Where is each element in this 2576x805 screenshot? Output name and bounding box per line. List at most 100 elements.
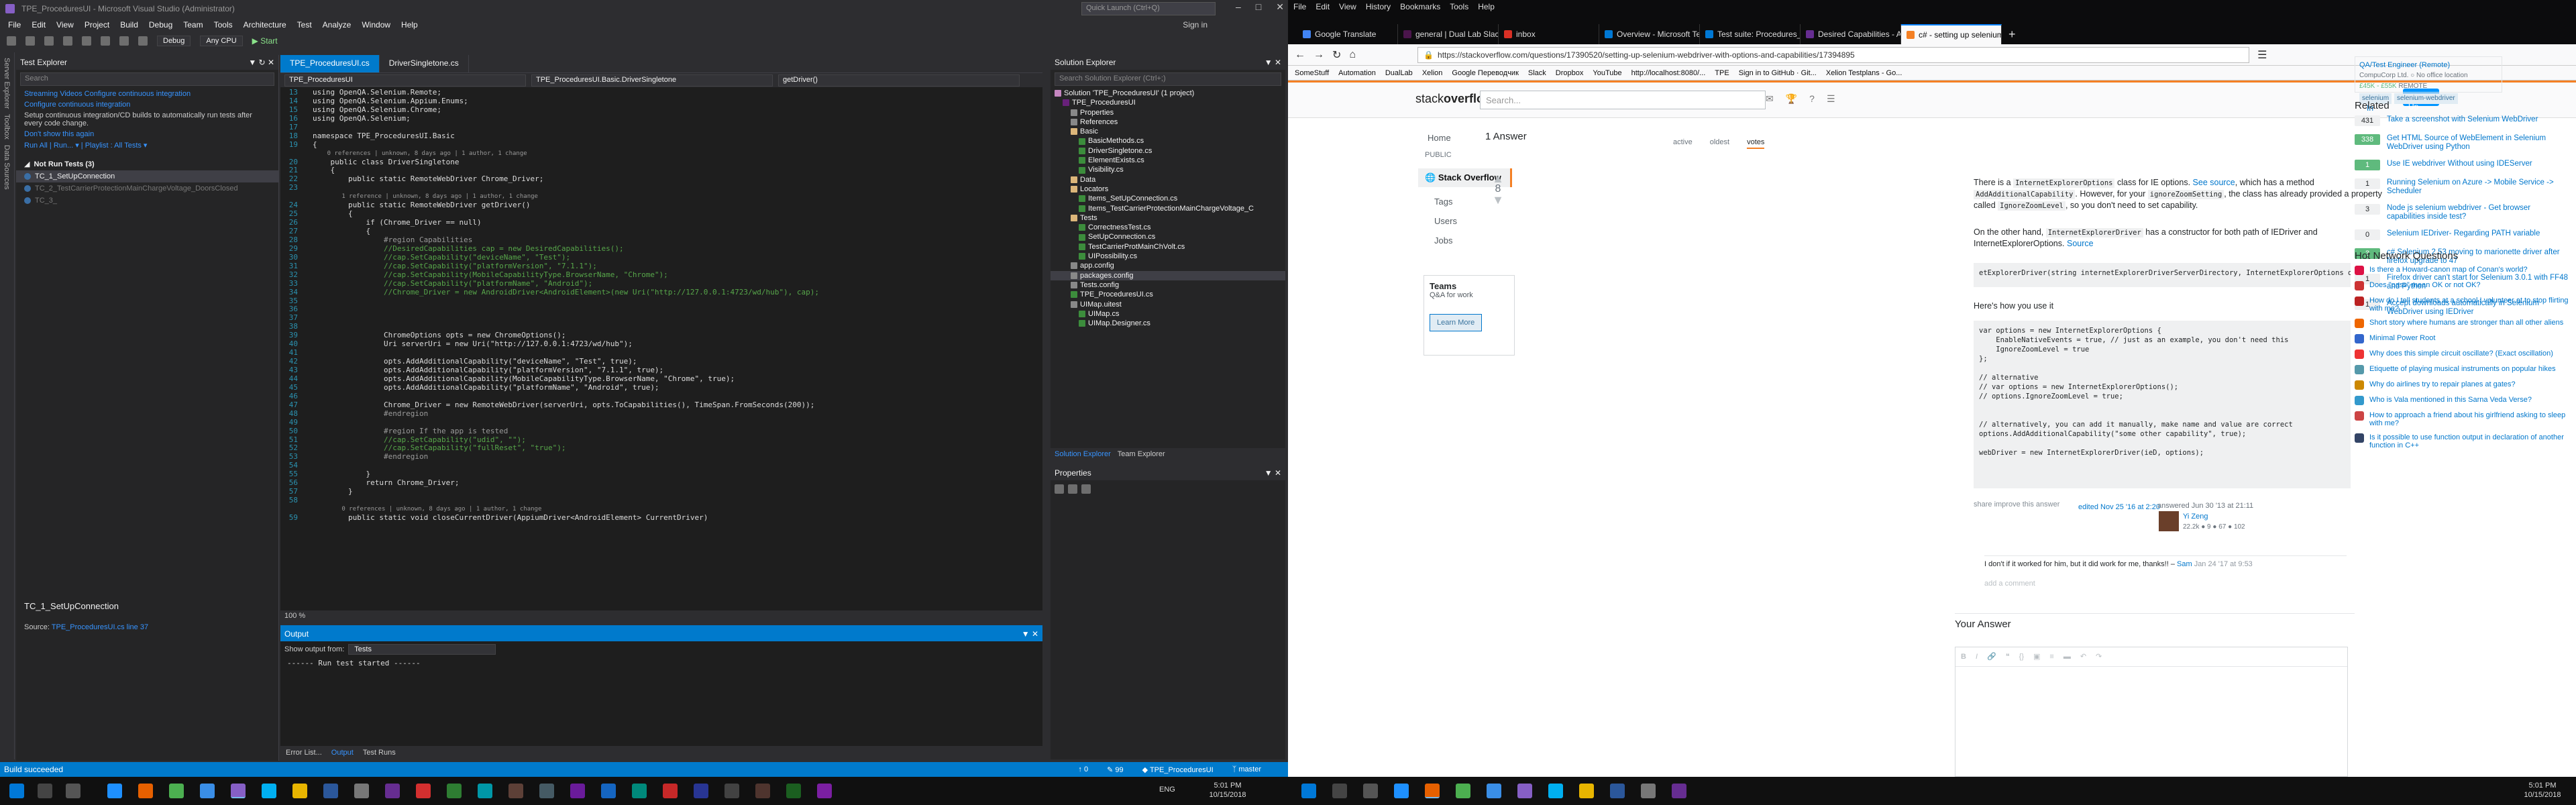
browser-tab[interactable]: Google Translate	[1297, 24, 1398, 44]
solution-item[interactable]: Visibility.cs	[1051, 165, 1285, 174]
solution-item[interactable]: UIMap.uitest	[1051, 300, 1285, 309]
back-icon[interactable]: ←	[1295, 49, 1305, 61]
bookmark-item[interactable]: TPE	[1715, 69, 1729, 77]
related-link[interactable]: Running Selenium on Azure -> Mobile Serv…	[2387, 178, 2569, 196]
hnq-link[interactable]: Why does this simple circuit oscillate? …	[2369, 350, 2553, 358]
hnq-link[interactable]: Short story where humans are stronger th…	[2369, 319, 2563, 327]
tab-test-runs[interactable]: Test Runs	[363, 749, 396, 757]
solution-item[interactable]: app.config	[1051, 261, 1285, 270]
new-tab-icon[interactable]: +	[2002, 25, 2023, 44]
solution-item[interactable]: Tests.config	[1051, 280, 1285, 290]
bookmark-item[interactable]: Xelion Testplans - Go...	[1826, 69, 1902, 77]
tab-error-list[interactable]: Error List...	[286, 749, 322, 757]
forward-icon[interactable]	[25, 36, 35, 46]
italic-icon[interactable]: I	[1976, 651, 1978, 662]
solution-item[interactable]: Properties	[1051, 108, 1285, 117]
hnq-item[interactable]: How do I tell students at a school I vol…	[2355, 297, 2569, 313]
related-link[interactable]: Node js selenium webdriver - Get browser…	[2387, 204, 2569, 221]
explorer-icon[interactable]	[292, 784, 307, 798]
dont-show-link[interactable]: Don't show this again	[16, 129, 278, 140]
tray-language[interactable]: ENG	[1159, 785, 1175, 794]
solution-item[interactable]: UIPossibility.cs	[1051, 252, 1285, 261]
firefox-icon[interactable]	[1425, 784, 1440, 798]
hnq-link[interactable]: Why do airlines try to repair planes at …	[2369, 380, 2516, 388]
config-dropdown[interactable]: Debug	[157, 36, 191, 46]
solution-item[interactable]: ElementExists.cs	[1051, 156, 1285, 165]
skype-icon[interactable]	[1548, 784, 1563, 798]
signature-code[interactable]: etExplorerDriver(string internetExplorer…	[1974, 263, 2351, 287]
notepad-icon[interactable]	[354, 784, 369, 798]
menu-edit[interactable]: Edit	[32, 20, 46, 30]
close-icon[interactable]: ▼ ✕	[1265, 468, 1281, 478]
tab-team-explorer[interactable]: Team Explorer	[1118, 450, 1165, 458]
solution-item[interactable]: DriverSingletone.cs	[1051, 146, 1285, 156]
solution-item[interactable]: CorrectnessTest.cs	[1051, 223, 1285, 232]
vs-signin-link[interactable]: Sign in	[1183, 20, 1208, 30]
ff-menu-file[interactable]: File	[1293, 2, 1306, 11]
edited-link[interactable]: edited Nov 25 '16 at 2:20	[2078, 502, 2160, 513]
library-icon[interactable]: ☰	[2257, 48, 2267, 62]
hnq-item[interactable]: Does "pass" mean OK or not OK?	[2355, 281, 2569, 290]
app-icon[interactable]	[786, 784, 801, 798]
image-icon[interactable]: ▣	[2033, 651, 2040, 662]
close-icon[interactable]: ▼ ✕	[1022, 629, 1038, 639]
server-explorer-tab[interactable]: Server Explorer	[3, 58, 11, 109]
streaming-videos-link[interactable]: Streaming Videos Configure continuous in…	[16, 89, 278, 99]
downvote-icon[interactable]: ▼	[1489, 194, 1507, 206]
app-icon[interactable]	[755, 784, 770, 798]
source-link[interactable]: TPE_ProceduresUI.cs line 37	[52, 623, 148, 631]
quote-icon[interactable]: ❝	[2006, 651, 2010, 662]
hnq-item[interactable]: Who is Vala mentioned in this Sarna Veda…	[2355, 396, 2569, 405]
notepad-icon[interactable]	[1641, 784, 1656, 798]
hnq-item[interactable]: Is there a Howard-canon map of Conan's w…	[2355, 266, 2569, 275]
menu-debug[interactable]: Debug	[149, 20, 172, 30]
forward-icon[interactable]: →	[1313, 49, 1324, 61]
test-item[interactable]: TC_3_	[16, 195, 278, 207]
nav-member-dropdown[interactable]: getDriver()	[778, 74, 1020, 87]
nav-jobs[interactable]: Jobs	[1434, 235, 1458, 246]
solution-search-input[interactable]: Search Solution Explorer (Ctrl+;)	[1055, 72, 1281, 86]
add-comment-link[interactable]: add a comment	[1984, 578, 2035, 589]
ff-menu-edit[interactable]: Edit	[1316, 2, 1330, 11]
start-icon[interactable]	[9, 784, 24, 798]
hnq-item[interactable]: Etiquette of playing musical instruments…	[2355, 365, 2569, 374]
solution-item[interactable]: TestCarrierProtMainChVolt.cs	[1051, 242, 1285, 252]
bookmark-item[interactable]: Google Переводчик	[1452, 69, 1519, 77]
browser-tab[interactable]: general | Dual Lab Slack	[1398, 24, 1499, 44]
hnq-link[interactable]: Is it possible to use function output in…	[2369, 433, 2569, 449]
appium-icon[interactable]	[385, 784, 400, 798]
related-item[interactable]: 0 Selenium IEDriver- Regarding PATH varia…	[2355, 229, 2569, 240]
zoom-level[interactable]: 100 %	[280, 610, 1042, 623]
test-search-input[interactable]: Search	[20, 72, 274, 86]
nav-users[interactable]: Users	[1434, 216, 1458, 226]
link-icon[interactable]: 🔗	[1987, 651, 1996, 662]
upvote-icon[interactable]: ▲	[1489, 172, 1507, 184]
menu-team[interactable]: Team	[183, 20, 203, 30]
undo-icon[interactable]: ↶	[2080, 651, 2086, 662]
categorized-icon[interactable]	[1055, 484, 1064, 494]
so-search-input[interactable]: Search...	[1480, 91, 1766, 109]
bookmark-item[interactable]: Dropbox	[1556, 69, 1584, 77]
bookmark-item[interactable]: http://localhost:8080/...	[1631, 69, 1706, 77]
solution-item[interactable]: Solution 'TPE_ProceduresUI' (1 project)	[1051, 89, 1285, 98]
app-icon[interactable]	[570, 784, 585, 798]
related-item[interactable]: 431 Take a screenshot with Selenium WebDr…	[2355, 115, 2569, 126]
hnq-item[interactable]: Is it possible to use function output in…	[2355, 433, 2569, 449]
firefox-icon[interactable]	[138, 784, 153, 798]
learn-more-button[interactable]: Learn More	[1430, 314, 1483, 331]
browser-tab[interactable]: c# - setting up selenium WebD	[1901, 24, 2002, 44]
answerer-name[interactable]: Yi Zeng	[2183, 511, 2208, 522]
related-item[interactable]: 1 Use IE webdriver Without using IDEServe…	[2355, 160, 2569, 170]
start-icon[interactable]	[1301, 784, 1316, 798]
hnq-link[interactable]: Minimal Power Root	[2369, 334, 2435, 342]
test-item[interactable]: TC_2_TestCarrierProtectionMainChargeVolt…	[16, 182, 278, 195]
related-item[interactable]: 3 Node js selenium webdriver - Get browse…	[2355, 204, 2569, 221]
menu-file[interactable]: File	[8, 20, 21, 30]
tab-solution-explorer[interactable]: Solution Explorer	[1055, 450, 1111, 458]
solution-item[interactable]: UIMap.Designer.cs	[1051, 319, 1285, 328]
task-view-icon[interactable]	[1363, 784, 1378, 798]
related-link[interactable]: Take a screenshot with Selenium WebDrive…	[2387, 115, 2538, 124]
related-link[interactable]: Selenium IEDriver- Regarding PATH variab…	[2387, 229, 2540, 238]
menu-window[interactable]: Window	[362, 20, 390, 30]
hnq-item[interactable]: Why does this simple circuit oscillate? …	[2355, 350, 2569, 359]
